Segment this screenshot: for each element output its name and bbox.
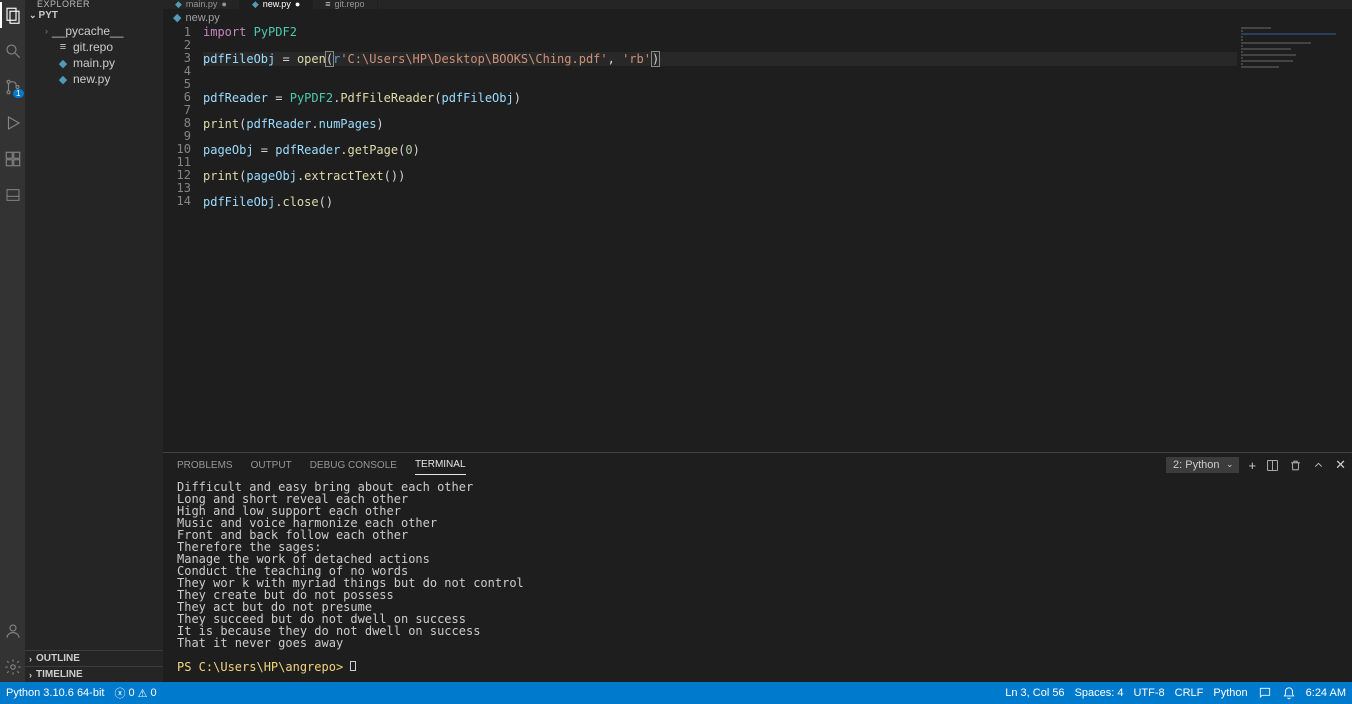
tab-gitrepo[interactable]: ≡ git.repo (313, 0, 377, 9)
terminal-output[interactable]: Difficult and easy bring about each othe… (177, 481, 1338, 680)
tab-label: main.py (186, 0, 218, 8)
chevron-right-icon: › (45, 26, 48, 36)
explorer-icon[interactable] (4, 6, 22, 24)
tab-terminal[interactable]: TERMINAL (415, 455, 466, 475)
chevron-down-icon: ⌄ (1226, 459, 1234, 470)
outline-section[interactable]: › OUTLINE (25, 650, 163, 666)
file-label: new.py (73, 72, 110, 86)
chevron-right-icon: › (29, 654, 32, 664)
python-file-icon: ◆ (57, 73, 69, 86)
tab-label: new.py (263, 0, 291, 8)
source-control-badge: 1 (13, 89, 23, 98)
extensions-icon[interactable] (4, 150, 22, 168)
tab-problems[interactable]: PROBLEMS (177, 456, 233, 475)
tab-label: git.repo (335, 0, 365, 8)
python-file-icon: ◆ (175, 0, 182, 8)
status-indentation[interactable]: Spaces: 4 (1075, 687, 1124, 699)
status-bar: Python 3.10.6 64-bit ⓧ0 ⚠0 Ln 3, Col 56 … (0, 682, 1352, 704)
code-content[interactable]: import PyPDF2 pdfFileObj = open(r'C:\Use… (203, 26, 1352, 452)
breadcrumb[interactable]: ◆ new.py (163, 9, 1352, 26)
status-python-version[interactable]: Python 3.10.6 64-bit (6, 687, 104, 699)
editor-tabbar: ◆ main.py ● ◆ new.py ● ≡ git.repo (163, 0, 1352, 9)
bottom-panel: PROBLEMS OUTPUT DEBUG CONSOLE TERMINAL 2… (163, 452, 1352, 682)
tab-output[interactable]: OUTPUT (251, 456, 292, 475)
chevron-right-icon: › (29, 670, 32, 680)
run-debug-icon[interactable] (4, 114, 22, 132)
chevron-down-icon: ⌄ (29, 10, 37, 21)
tab-new[interactable]: ◆ new.py ● (240, 0, 313, 9)
file-icon: ≡ (57, 41, 69, 53)
new-terminal-icon[interactable]: + (1249, 458, 1257, 473)
outline-label: OUTLINE (36, 653, 80, 664)
terminal-selector-label: 2: Python (1173, 459, 1219, 471)
line-numbers: 1234567891011121314 (163, 26, 203, 452)
file-icon: ≡ (325, 0, 330, 8)
panel-icon[interactable] (4, 186, 22, 204)
tree-file-main[interactable]: ◆ main.py (25, 55, 163, 71)
tab-debug-console[interactable]: DEBUG CONSOLE (310, 456, 397, 475)
terminal-selector[interactable]: 2: Python ⌄ (1166, 457, 1238, 473)
accounts-icon[interactable] (4, 622, 22, 640)
python-file-icon: ◆ (252, 0, 259, 8)
source-control-icon[interactable]: 1 (4, 78, 22, 96)
timeline-section[interactable]: › TIMELINE (25, 666, 163, 682)
maximize-panel-icon[interactable] (1312, 459, 1325, 472)
breadcrumb-file: new.py (185, 12, 219, 24)
timeline-label: TIMELINE (36, 669, 83, 680)
warning-icon: ⚠ (138, 687, 148, 700)
project-name: PYT (39, 10, 58, 21)
tree-file-gitrepo[interactable]: ≡ git.repo (25, 39, 163, 55)
sidebar-title: EXPLORER (25, 0, 163, 8)
split-terminal-icon[interactable] (1266, 459, 1279, 472)
close-panel-icon[interactable]: ✕ (1335, 457, 1346, 473)
search-icon[interactable] (4, 42, 22, 60)
status-problems[interactable]: ⓧ0 ⚠0 (114, 685, 156, 701)
folder-label: __pycache__ (52, 24, 123, 38)
tab-main[interactable]: ◆ main.py ● (163, 0, 240, 9)
file-label: git.repo (73, 40, 113, 54)
code-editor: ◆ new.py 1234567891011121314 import PyPD… (163, 9, 1352, 452)
minimap[interactable] (1237, 26, 1352, 206)
file-label: main.py (73, 56, 115, 70)
status-notifications-icon[interactable] (1282, 686, 1296, 700)
status-eol[interactable]: CRLF (1175, 687, 1204, 699)
activity-bar: 1 (0, 0, 25, 682)
tree-file-new[interactable]: ◆ new.py (25, 71, 163, 87)
python-file-icon: ◆ (173, 11, 181, 24)
status-cursor-position[interactable]: Ln 3, Col 56 (1005, 687, 1064, 699)
settings-gear-icon[interactable] (4, 658, 22, 676)
status-encoding[interactable]: UTF-8 (1133, 687, 1164, 699)
tree-folder-pycache[interactable]: › __pycache__ (25, 23, 163, 39)
status-clock: 6:24 AM (1306, 687, 1346, 699)
kill-terminal-icon[interactable] (1289, 459, 1302, 472)
status-language[interactable]: Python (1213, 687, 1247, 699)
python-file-icon: ◆ (57, 57, 69, 70)
dirty-indicator-icon: ● (295, 0, 300, 8)
dirty-indicator-icon: ● (221, 0, 226, 8)
status-feedback-icon[interactable] (1258, 686, 1272, 700)
error-icon: ⓧ (114, 685, 125, 701)
explorer-sidebar: EXPLORER ⌄ PYT › __pycache__ ≡ git.repo … (25, 0, 163, 682)
project-header[interactable]: ⌄ PYT (25, 8, 163, 23)
